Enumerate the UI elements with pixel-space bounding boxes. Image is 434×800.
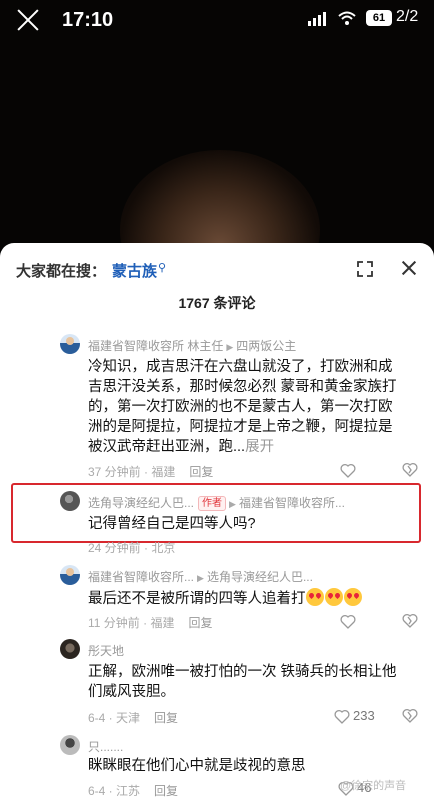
like-icon[interactable] <box>340 463 356 478</box>
comment-line: 洲的是阿提拉，阿提拉才是上帝之鞭，阿提拉是 <box>88 419 393 435</box>
comment-time-location: 6-4 · 天津 <box>88 711 141 725</box>
comment-text: 冷知识，成吉思汗在六盘山就没了，打欧洲和成 吉思汗没关系，那时候忽必烈 蒙哥和黄… <box>88 357 418 457</box>
comment-time-location: 24 分钟前 · 北京 <box>88 541 176 555</box>
comment-sheet: 大家都在搜： 蒙古族 ⚲ 1767 条评论 福建省智障收容所 林主任 ▶ 四两饭公主… <box>0 243 434 800</box>
reply-button[interactable]: 回复 <box>189 465 213 479</box>
comment-text: 正解，欧洲唯一被打怕的一次 铁骑兵的长相让他 们威风丧胆。 <box>88 662 418 702</box>
like-icon[interactable] <box>340 614 356 629</box>
reply-button[interactable]: 回复 <box>154 784 178 798</box>
like-icon[interactable] <box>334 709 350 724</box>
signal-icon <box>308 10 326 26</box>
comment-line: 被汉武帝赶出亚洲，跑... <box>88 439 246 455</box>
expand-icon[interactable] <box>356 260 374 278</box>
comment-time-location: 37 分钟前 · 福建 <box>88 465 176 479</box>
comment-meta: 选角导演经纪人巴... 作者 ▶ 福建省智障收容所... <box>88 494 345 511</box>
comment-meta: 福建省智障收容所 林主任 ▶ 四两饭公主 <box>88 337 296 354</box>
heart-eyes-emoji-icon <box>305 588 324 606</box>
trending-search[interactable]: 大家都在搜： 蒙古族 ⚲ <box>16 259 166 281</box>
comment-line: 冷知识，成吉思汗在六盘山就没了，打欧洲和成 <box>88 359 393 375</box>
comment-text: 记得曾经自己是四等人吗? <box>88 516 256 532</box>
comment-username[interactable]: 福建省智障收容所... <box>88 570 194 584</box>
status-time: 17:10 <box>62 9 114 31</box>
reply-to-username[interactable]: 四两饭公主 <box>236 339 296 353</box>
close-viewer-icon[interactable] <box>14 6 42 34</box>
battery-icon: 61 <box>366 10 392 26</box>
comment-line: 的，第一次打欧洲的也不是蒙古人，第一次打欧 <box>88 399 393 415</box>
comment-footer: 37 分钟前 · 福建 回复 <box>88 463 213 480</box>
dislike-icon[interactable] <box>402 462 418 478</box>
video-frame <box>120 150 320 250</box>
dislike-icon[interactable] <box>402 613 418 629</box>
trending-search-label: 大家都在搜： <box>16 262 107 280</box>
avatar[interactable] <box>60 334 80 354</box>
reply-arrow-icon: ▶ <box>229 499 236 509</box>
avatar[interactable] <box>60 639 80 659</box>
comment-text: 眯眯眼在他们心中就是歧视的意思 <box>88 758 306 774</box>
comment-username[interactable]: 彤天地 <box>88 642 124 659</box>
avatar[interactable] <box>60 735 80 755</box>
reply-to-username[interactable]: 选角导演经纪人巴... <box>207 570 313 584</box>
comment-username[interactable]: 选角导演经纪人巴... <box>88 496 194 510</box>
comment-time-location: 11 分钟前 · 福建 <box>88 616 175 630</box>
comment-text: 最后还不是被所谓的四等人追着打 <box>88 588 363 609</box>
comment-username[interactable]: 福建省智障收容所 林主任 <box>88 339 223 353</box>
reply-to-username[interactable]: 福建省智障收容所... <box>239 496 345 510</box>
comment-footer: 6-4 · 天津 回复 <box>88 709 178 726</box>
comment-line: 们威风丧胆。 <box>88 684 175 700</box>
reply-arrow-icon: ▶ <box>226 342 234 352</box>
author-badge: 作者 <box>198 496 227 511</box>
like-count: 233 <box>353 708 375 723</box>
status-bar: 17:10 61 2/2 <box>0 0 434 40</box>
comment-username[interactable]: 只....... <box>88 738 123 755</box>
heart-eyes-emoji-icon <box>343 588 362 606</box>
watermark: @徐宗的声音 <box>340 780 407 792</box>
comment-meta: 福建省智障收容所... ▶ 选角导演经纪人巴... <box>88 568 313 585</box>
reply-arrow-icon: ▶ <box>197 573 204 583</box>
page-indicator: 2/2 <box>396 8 419 25</box>
dislike-icon[interactable] <box>402 708 418 724</box>
reply-button[interactable]: 回复 <box>188 616 212 630</box>
heart-eyes-emoji-icon <box>324 588 343 606</box>
trending-search-term[interactable]: 蒙古族 <box>112 260 157 281</box>
wifi-icon <box>338 11 356 25</box>
close-icon[interactable] <box>401 260 417 276</box>
comment-line: 最后还不是被所谓的四等人追着打 <box>88 591 306 607</box>
comment-count: 1767 条评论 <box>178 295 256 311</box>
comment-line: 吉思汗没关系，那时候忽必烈 蒙哥和黄金家族打 <box>88 379 397 395</box>
avatar[interactable] <box>60 565 80 585</box>
avatar[interactable] <box>60 491 80 511</box>
comment-line: 正解，欧洲唯一被打怕的一次 铁骑兵的长相让他 <box>88 664 397 680</box>
search-icon: ⚲ <box>158 261 167 274</box>
reply-button[interactable]: 回复 <box>154 711 178 725</box>
comment-footer: 6-4 · 江苏 回复 <box>88 782 178 799</box>
comment-footer: 11 分钟前 · 福建 回复 <box>88 614 212 631</box>
expand-link[interactable]: 展开 <box>245 439 274 455</box>
comment-time-location: 6-4 · 江苏 <box>88 784 141 798</box>
